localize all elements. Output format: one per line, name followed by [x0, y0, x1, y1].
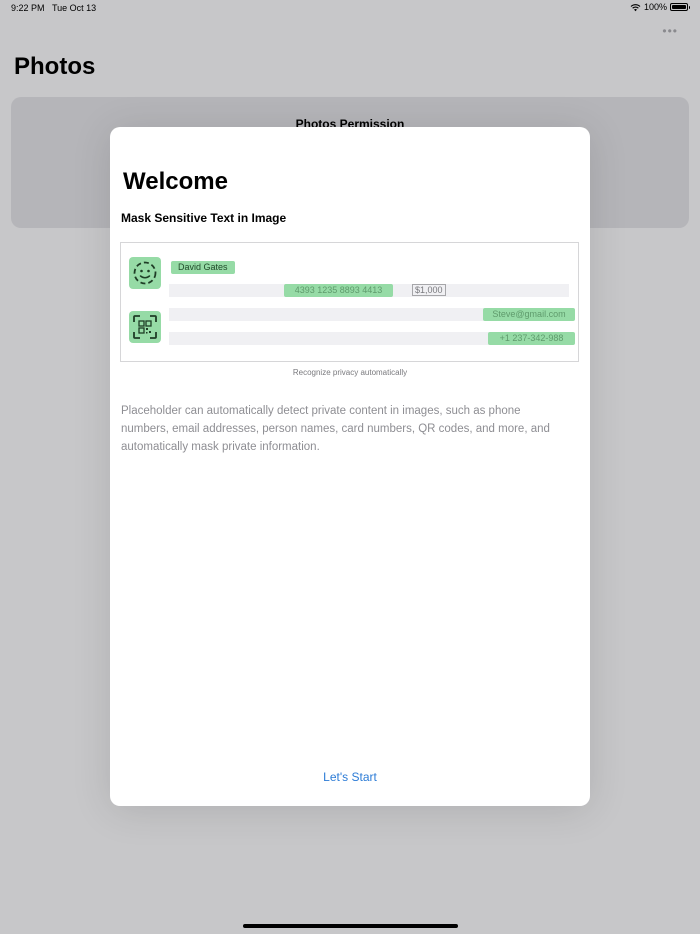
lets-start-button[interactable]: Let's Start: [110, 770, 590, 784]
modal-subtitle: Mask Sensitive Text in Image: [121, 211, 287, 225]
privacy-illustration: David Gates 4393 1235 8893 4413 $1,000 S…: [120, 242, 579, 362]
email-row: [169, 308, 484, 321]
home-indicator[interactable]: [243, 924, 458, 928]
email-tag: Steve@gmail.com: [483, 308, 575, 321]
welcome-modal: Welcome Mask Sensitive Text in Image Dav…: [110, 127, 590, 806]
illustration-caption: Recognize privacy automatically: [292, 368, 408, 377]
face-icon: [129, 257, 161, 289]
feature-description: Placeholder can automatically detect pri…: [121, 405, 550, 453]
ellipsis-icon[interactable]: •••: [662, 24, 678, 38]
status-date: Tue Oct 13: [52, 3, 97, 13]
wifi-icon: [630, 3, 641, 11]
status-time: 9:22 PM: [11, 3, 45, 13]
battery-percentage: 100%: [643, 2, 667, 12]
amount-tag: $1,000: [412, 284, 446, 296]
qr-code-icon: [129, 311, 161, 343]
status-right: 100%: [630, 2, 690, 12]
page-title: Photos: [14, 53, 96, 80]
modal-title: Welcome: [123, 168, 228, 195]
phone-row: [169, 332, 489, 345]
name-tag: David Gates: [171, 261, 235, 274]
card-number-tag: 4393 1235 8893 4413: [284, 284, 393, 297]
phone-tag: +1 237-342-988: [488, 332, 575, 345]
battery-icon: [670, 3, 690, 11]
